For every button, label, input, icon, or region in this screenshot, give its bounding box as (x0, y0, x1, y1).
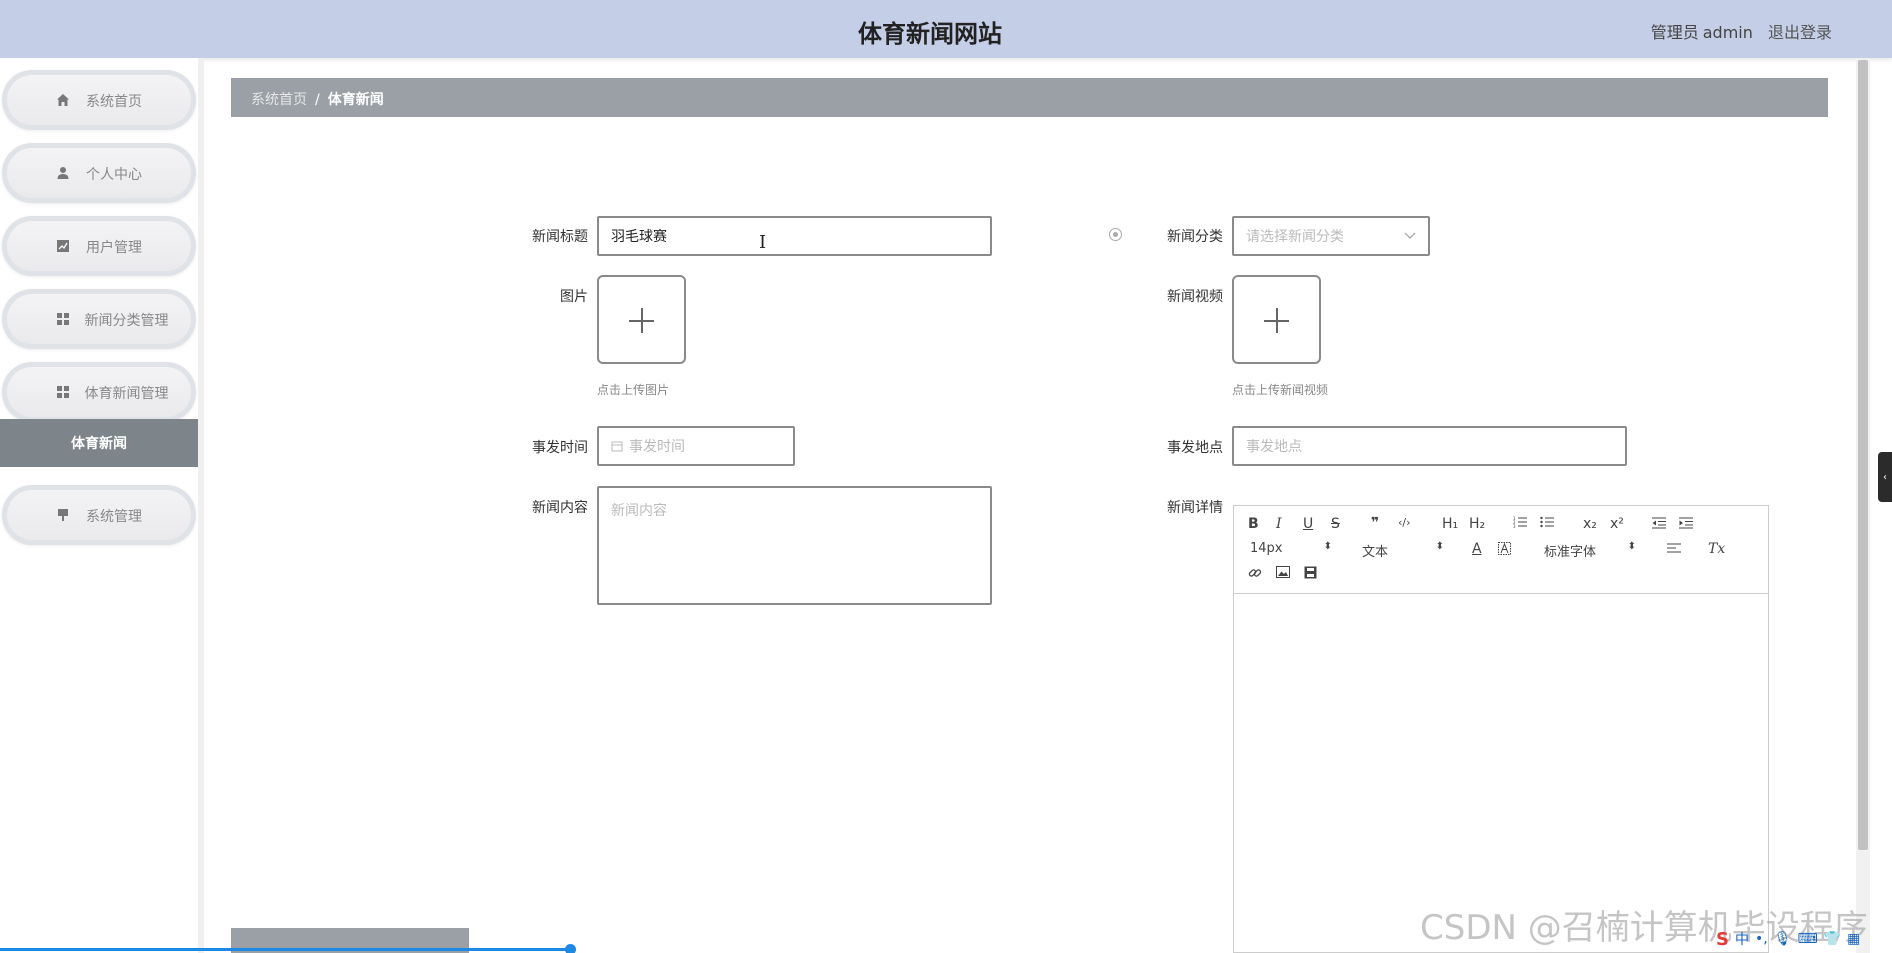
link-icon[interactable] (1248, 566, 1262, 584)
sidebar-divider (198, 58, 204, 953)
sidebar-item-users[interactable]: 用户管理 (2, 216, 196, 276)
updown-arrow-icon: ⬍ (1627, 541, 1636, 552)
shirt-icon[interactable]: 👕 (1824, 931, 1841, 947)
text-cursor-icon: I (759, 232, 767, 253)
user-role: 管理员 (1650, 23, 1699, 42)
video-icon[interactable] (1304, 566, 1317, 583)
video-label: 新闻视频 (1167, 289, 1223, 305)
outdent-icon[interactable] (1652, 517, 1666, 533)
svg-text:3: 3 (1513, 524, 1516, 528)
news-category-placeholder: 请选择新闻分类 (1246, 229, 1344, 245)
collapse-tab-icon[interactable]: ‹ (1878, 452, 1892, 502)
news-title-input[interactable]: 羽毛球赛 (597, 216, 992, 256)
h2-button[interactable]: H₂ (1469, 516, 1485, 532)
news-title-label: 新闻标题 (532, 229, 588, 245)
sidebar-item-label: 系统管理 (86, 509, 142, 525)
sidebar-item-label: 个人中心 (86, 167, 142, 183)
news-detail-label: 新闻详情 (1167, 500, 1223, 516)
rich-text-editor[interactable]: B I U S ❞ ‹/› H₁ H₂ 123 x₂ x² 14px ⬍ 文本 … (1233, 505, 1769, 953)
font-size-select[interactable]: 14px ⬍ (1250, 541, 1332, 556)
font-family-select[interactable]: 标准字体 ⬍ (1544, 541, 1636, 560)
clear-icon[interactable] (1109, 228, 1122, 241)
bullet-list-icon[interactable] (1540, 516, 1554, 532)
event-place-placeholder: 事发地点 (1246, 439, 1302, 455)
clear-format-button[interactable]: Tx (1708, 541, 1725, 557)
image-icon[interactable] (1276, 566, 1290, 582)
username: admin (1702, 23, 1753, 42)
sidebar-item-news-category[interactable]: 新闻分类管理 (2, 289, 196, 349)
event-time-placeholder: 事发时间 (629, 439, 685, 455)
font-size-value: 14px (1250, 541, 1283, 556)
sidebar-item-sports-news[interactable]: 体育新闻管理 (2, 362, 196, 422)
top-header: 体育新闻网站 管理员 admin 退出登录 (0, 0, 1892, 58)
superscript-button[interactable]: x² (1610, 516, 1624, 532)
paragraph-select[interactable]: 文本 ⬍ (1362, 541, 1444, 560)
align-icon[interactable] (1667, 543, 1681, 559)
keyboard-icon[interactable]: ⌨ (1797, 931, 1817, 947)
sidebar-item-label: 体育新闻管理 (84, 386, 169, 402)
subscript-button[interactable]: x₂ (1583, 516, 1597, 532)
video-upload-hint: 点击上传新闻视频 (1232, 383, 1329, 397)
sidebar-item-label: 新闻分类管理 (84, 313, 169, 329)
ime-logo: S (1716, 928, 1729, 950)
font-family-value: 标准字体 (1544, 545, 1597, 560)
breadcrumb-home[interactable]: 系统首页 (251, 92, 307, 108)
updown-arrow-icon: ⬍ (1435, 541, 1444, 552)
image-upload-button[interactable] (597, 275, 686, 364)
news-title-value: 羽毛球赛 (611, 229, 667, 245)
sidebar-item-label: 系统首页 (86, 94, 142, 110)
ime-mode[interactable]: 中 (1735, 929, 1749, 949)
event-time-label: 事发时间 (532, 440, 588, 456)
event-time-picker[interactable]: 事发时间 (597, 426, 795, 466)
sidebar: 系统首页 个人中心 用户管理 新闻分类管理 体育新闻管理 体育新闻 系统管理 (0, 58, 202, 953)
breadcrumb-current: 体育新闻 (327, 92, 384, 108)
page-scrollbar-thumb[interactable] (1858, 60, 1868, 850)
h1-button[interactable]: H₁ (1442, 516, 1458, 532)
user-box: 管理员 admin 退出登录 (1641, 19, 1832, 43)
strike-button[interactable]: S (1331, 516, 1340, 532)
logout-link[interactable]: 退出登录 (1768, 23, 1832, 42)
grid-menu-icon[interactable]: ▦ (1847, 931, 1860, 947)
sidebar-item-system[interactable]: 系统管理 (2, 485, 196, 545)
background-color-icon[interactable] (1498, 542, 1511, 559)
image-label: 图片 (560, 289, 588, 305)
ordered-list-icon[interactable]: 123 (1513, 516, 1527, 532)
bold-button[interactable]: B (1248, 516, 1259, 532)
progress-knob (565, 944, 576, 953)
breadcrumb-separator: / (315, 92, 320, 108)
news-category-select[interactable]: 请选择新闻分类 (1232, 216, 1430, 256)
site-title: 体育新闻网站 (858, 20, 1002, 48)
calendar-icon (611, 440, 623, 452)
news-content-label: 新闻内容 (532, 500, 588, 516)
underline-button[interactable]: U (1303, 516, 1313, 532)
sidebar-item-label: 用户管理 (86, 240, 142, 256)
punctuation-icon[interactable]: •, (1755, 931, 1768, 947)
microphone-icon[interactable]: 🎙 (1774, 931, 1792, 947)
quote-button[interactable]: ❞ (1371, 515, 1379, 531)
paragraph-value: 文本 (1362, 545, 1389, 560)
updown-arrow-icon: ⬍ (1323, 541, 1332, 552)
image-upload-hint: 点击上传图片 (597, 383, 670, 397)
sidebar-item-home[interactable]: 系统首页 (2, 70, 196, 130)
code-button[interactable]: ‹/› (1398, 516, 1411, 529)
indent-icon[interactable] (1679, 517, 1693, 533)
chevron-down-icon (1404, 228, 1416, 244)
ime-toolbar[interactable]: S 中 •, 🎙 ⌨ 👕 ▦ (1716, 928, 1860, 950)
event-place-input[interactable]: 事发地点 (1232, 426, 1627, 466)
italic-button[interactable]: I (1276, 516, 1282, 532)
sidebar-subitem-sports-news[interactable]: 体育新闻 (0, 419, 198, 467)
news-content-textarea[interactable]: 新闻内容 (597, 486, 992, 605)
news-content-placeholder: 新闻内容 (611, 503, 667, 519)
sidebar-item-profile[interactable]: 个人中心 (2, 143, 196, 203)
editor-toolbar: B I U S ❞ ‹/› H₁ H₂ 123 x₂ x² 14px ⬍ 文本 … (1234, 506, 1768, 594)
loading-progress-bar (0, 948, 572, 951)
video-upload-button[interactable] (1232, 275, 1321, 364)
font-color-button[interactable]: A (1472, 541, 1482, 557)
breadcrumb: 系统首页 / 体育新闻 (231, 78, 1828, 117)
event-place-label: 事发地点 (1167, 440, 1223, 456)
news-category-label: 新闻分类 (1167, 229, 1223, 245)
